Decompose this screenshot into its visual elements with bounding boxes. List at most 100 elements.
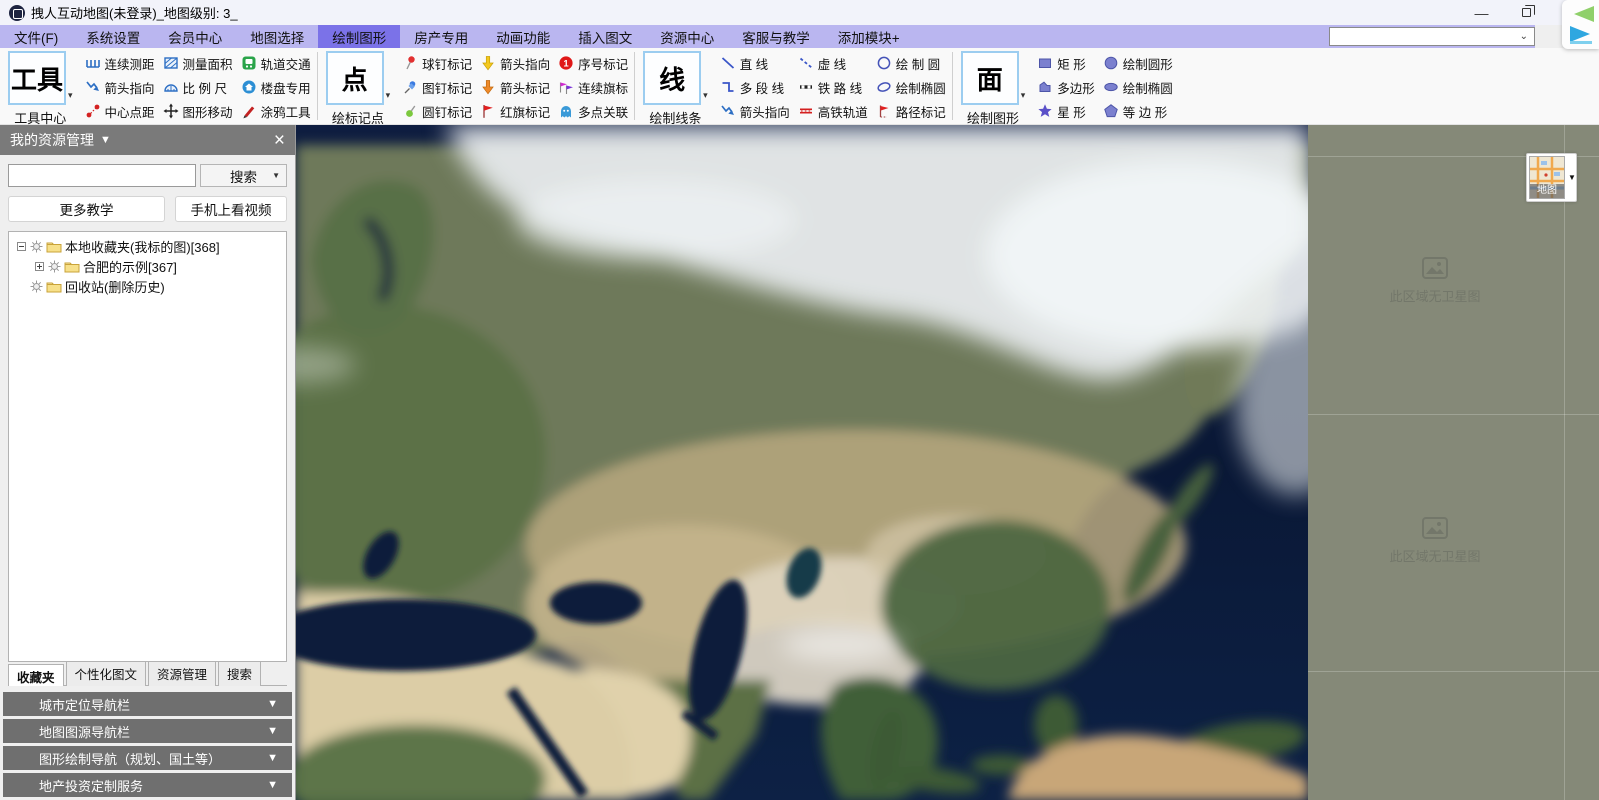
menu-item-8[interactable]: 插入图文 [564,25,646,48]
tree-row-2[interactable]: 合肥的示例[367] [11,256,284,276]
tool-ruler[interactable]: 连续测距 [85,51,155,75]
tool-dash-line[interactable]: 虚 线 [798,51,868,75]
accordion-caret-icon[interactable]: ▼ [267,725,278,737]
tool-pentagon-fill[interactable]: 等 边 形 [1103,99,1173,123]
tile-gridline [1308,671,1599,672]
accordion-bar-3[interactable]: 图形绘制导航（规划、国土等）▼ [3,746,292,770]
tool-label: 箭头指向 [740,102,790,121]
menu-item-5[interactable]: 绘制图形 [318,25,400,48]
menu-item-4[interactable]: 地图选择 [236,25,318,48]
menu-item-10[interactable]: 客服与教学 [728,25,824,48]
big-button-2[interactable]: 点 [326,51,384,105]
tool-polygon-fill[interactable]: 多边形 [1037,75,1095,99]
tool-pin-red[interactable]: 球钉标记 [402,51,472,75]
tool-circle-fill[interactable]: 绘制圆形 [1103,51,1173,75]
tab-3[interactable]: 资源管理 [148,661,216,686]
ellipse-fill-icon [1103,79,1120,95]
tool-badge-1[interactable]: 1序号标记 [558,51,628,75]
tool-line[interactable]: 直 线 [720,51,790,75]
more-tutorials-button[interactable]: 更多教学 [8,196,165,222]
tool-move[interactable]: 图形移动 [163,99,233,123]
tool-hsr[interactable]: 高铁轨道 [798,99,868,123]
panel-header[interactable]: 我的资源管理 ▼ × [0,125,295,155]
menu-item-7[interactable]: 动画功能 [482,25,564,48]
map-layer-switcher[interactable]: 地图 ▼ [1526,153,1577,202]
tool-estate[interactable]: 楼盘专用 [241,75,311,99]
tool-arrow-down-yellow[interactable]: 箭头指向 [480,51,550,75]
tab-1[interactable]: 收藏夹 [8,664,64,686]
tool-rect-fill[interactable]: 矩 形 [1037,51,1095,75]
tab-4[interactable]: 搜索 [218,661,261,686]
tool-label: 中心点距 [105,102,155,121]
accordion-caret-icon[interactable]: ▼ [267,752,278,764]
tool-circle-outline[interactable]: 绘 制 圆 [876,51,946,75]
tree-expander-icon[interactable] [35,262,44,271]
layer-dropdown-icon[interactable]: ▼ [1568,173,1576,182]
tool-multi-point[interactable]: 多点关联 [558,99,628,123]
tool-arrow-bend[interactable]: 箭头指向 [85,75,155,99]
accordion-title: 地产投资定制服务 [39,776,143,795]
tree-expander-icon[interactable] [17,242,26,251]
menu-item-2[interactable]: 系统设置 [72,25,154,48]
accordion-caret-icon[interactable]: ▼ [267,698,278,710]
dropdown-caret-icon[interactable]: ▾ [703,90,708,101]
tool-star-fill[interactable]: 星 形 [1037,99,1095,123]
tool-railway[interactable]: 铁 路 线 [798,75,868,99]
tree-row-1[interactable]: 本地收藏夹(我标的图)[368] [11,236,284,256]
search-button[interactable]: 搜索 ▼ [200,164,287,187]
dropdown-caret-icon[interactable]: ▾ [1021,90,1026,101]
toolbar-group-3: 线▾绘制线条直 线多 段 线箭头指向虚 线铁 路 线高铁轨道绘 制 圆绘制椭圆路… [635,48,952,124]
big-button-3[interactable]: 线 [643,51,701,105]
protractor-icon [163,79,180,95]
image-placeholder-icon [1422,517,1448,542]
restore-button[interactable] [1504,0,1549,25]
menu-item-11[interactable]: 添加模块+ [824,25,914,48]
tool-label: 箭头指向 [500,54,550,73]
tool-ellipse-fill[interactable]: 绘制椭圆 [1103,75,1173,99]
tool-pin-blue[interactable]: 图钉标记 [402,75,472,99]
pin-red-icon [402,55,419,71]
tool-label: 星 形 [1057,102,1085,121]
mobile-video-button[interactable]: 手机上看视频 [175,196,287,222]
tool-flags-purple[interactable]: 连续旗标 [558,75,628,99]
tool-flag-red[interactable]: 红旗标记 [480,99,550,123]
tool-arrow-down-orange[interactable]: 箭头标记 [480,75,550,99]
panel-close-icon[interactable]: × [274,131,285,150]
map-layer-thumbnail[interactable]: 地图 [1529,156,1565,199]
tool-area[interactable]: 测量面积 [163,51,233,75]
tool-protractor[interactable]: 比 例 尺 [163,75,233,99]
tool-label: 铁 路 线 [818,78,862,97]
tool-ellipse-outline[interactable]: 绘制椭圆 [876,75,946,99]
menu-item-6[interactable]: 房产专用 [400,25,482,48]
search-input[interactable] [8,164,196,187]
tool-transit[interactable]: 轨道交通 [241,51,311,75]
menu-item-9[interactable]: 资源中心 [646,25,728,48]
tool-pin-green[interactable]: 圆钉标记 [402,99,472,123]
menu-item-1[interactable]: 文件(F) [0,25,72,48]
accordion-bar-1[interactable]: 城市定位导航栏▼ [3,692,292,716]
tool-pen[interactable]: 涂鸦工具 [241,99,311,123]
menu-combobox[interactable]: ⌄ [1329,27,1535,46]
tool-center-dots[interactable]: 中心点距 [85,99,155,123]
tree-row-3[interactable]: 回收站(删除历史) [11,276,284,296]
accordion-bar-4[interactable]: 地产投资定制服务 ▼ [3,773,292,797]
accordion-caret-icon[interactable]: ▼ [267,779,278,791]
map-viewport[interactable]: 此区域无卫星图 此区域无卫星图 [296,125,1599,800]
tool-arrow-bend[interactable]: 箭头指向 [720,99,790,123]
big-button-4[interactable]: 面 [961,51,1019,105]
menu-item-3[interactable]: 会员中心 [154,25,236,48]
tool-path-flag[interactable]: 路径标记 [876,99,946,123]
tool-label: 比 例 尺 [183,78,227,97]
big-button-1[interactable]: 工具 [8,51,66,105]
tool-label: 绘制圆形 [1123,54,1173,73]
tool-polyline[interactable]: 多 段 线 [720,75,790,99]
dropdown-caret-icon[interactable]: ▾ [386,90,391,101]
capture-tool-overlay[interactable] [1562,0,1599,49]
accordion-bar-2[interactable]: 地图图源导航栏▼ [3,719,292,743]
search-dropdown-icon[interactable]: ▼ [272,171,280,180]
dropdown-caret-icon[interactable]: ▾ [68,90,73,101]
minimize-button[interactable]: — [1459,0,1504,25]
collapse-caret-icon[interactable]: ▼ [100,134,111,146]
tab-2[interactable]: 个性化图文 [66,661,147,686]
satellite-map[interactable] [296,125,1308,800]
